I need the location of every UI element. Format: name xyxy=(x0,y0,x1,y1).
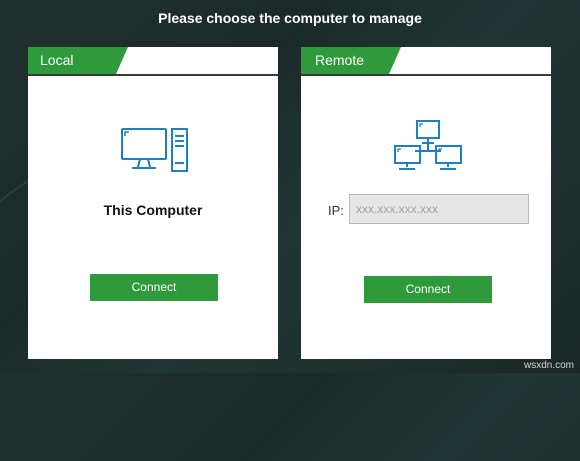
desktop-computer-icon xyxy=(120,127,190,180)
ip-label: IP: xyxy=(328,203,344,218)
local-panel: Local This Computer Connect xyxy=(28,47,278,359)
page-title: Please choose the computer to manage xyxy=(158,10,422,26)
local-connect-button[interactable]: Connect xyxy=(90,274,218,301)
network-icon xyxy=(393,119,463,180)
this-computer-label: This Computer xyxy=(103,202,203,218)
local-tab: Local xyxy=(28,47,128,74)
remote-panel: Remote IP: Connect xyxy=(301,47,551,359)
remote-tab: Remote xyxy=(301,47,401,74)
ip-address-input[interactable] xyxy=(349,194,529,224)
remote-connect-button[interactable]: Connect xyxy=(364,276,492,303)
watermark: wsxdn.com xyxy=(523,360,574,371)
remote-panel-header: Remote xyxy=(301,47,551,76)
local-panel-header: Local xyxy=(28,47,278,76)
